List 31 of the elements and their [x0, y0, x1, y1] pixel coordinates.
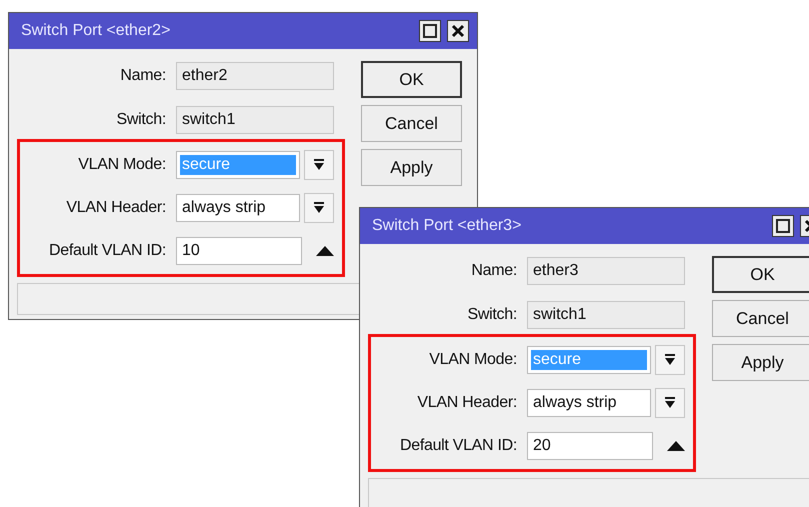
field-label: VLAN Header:: [416, 394, 517, 412]
window-title: Switch Port <ether3>: [372, 217, 522, 235]
dialog-button[interactable]: Apply: [361, 149, 462, 186]
up-arrow-icon[interactable]: [667, 441, 685, 451]
field-label: VLAN Mode:: [77, 156, 166, 174]
input-field[interactable]: ether2: [176, 62, 334, 90]
dialog-button[interactable]: OK: [361, 61, 462, 98]
field-label: Switch:: [466, 306, 517, 324]
dropdown-field[interactable]: always strip: [527, 389, 651, 417]
field-label: VLAN Mode:: [428, 351, 517, 369]
field-label: Default VLAN ID:: [398, 437, 517, 455]
input-field[interactable]: 20: [527, 432, 653, 460]
input-field[interactable]: ether3: [527, 257, 685, 285]
field-label: Switch:: [116, 111, 166, 129]
close-icon[interactable]: [447, 20, 469, 42]
input-field[interactable]: switch1: [176, 106, 334, 134]
field-label: Name:: [119, 67, 166, 85]
window-title: Switch Port <ether2>: [21, 22, 170, 40]
input-field[interactable]: 10: [176, 237, 302, 265]
maximize-icon[interactable]: [772, 215, 794, 237]
field-label: VLAN Header:: [65, 199, 166, 217]
dialog-button[interactable]: Cancel: [361, 105, 462, 142]
field-label: Name:: [470, 262, 517, 280]
up-arrow-icon[interactable]: [316, 246, 334, 256]
dialog-button[interactable]: Cancel: [712, 300, 809, 337]
input-field[interactable]: switch1: [527, 301, 685, 329]
dialog-button[interactable]: Apply: [712, 344, 809, 381]
dropdown-field[interactable]: always strip: [176, 194, 300, 222]
dialog-button[interactable]: OK: [712, 256, 809, 293]
field-label: Default VLAN ID:: [48, 242, 166, 260]
maximize-icon[interactable]: [419, 20, 441, 42]
